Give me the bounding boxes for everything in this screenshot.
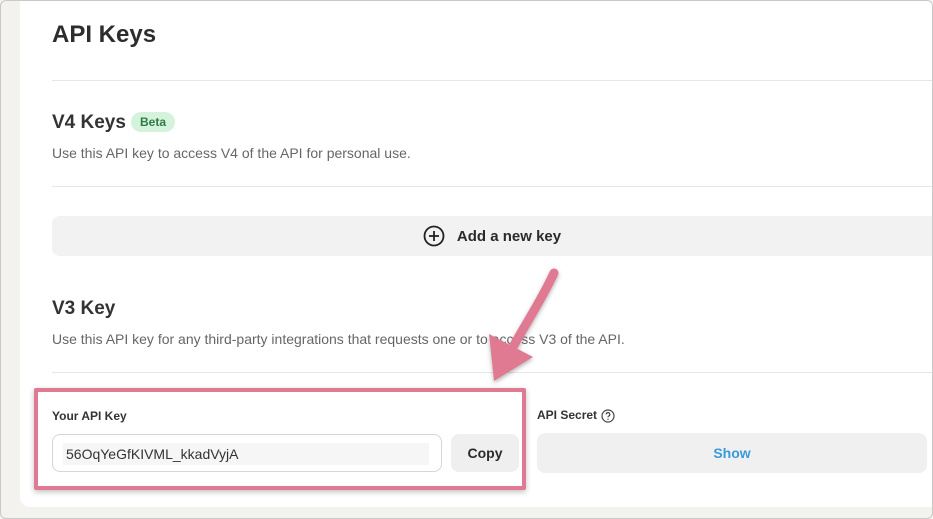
window-frame: API Keys V4 Keys Beta Use this API key t… xyxy=(0,0,933,519)
add-new-key-label: Add a new key xyxy=(456,227,562,245)
add-new-key-button[interactable]: Add a new key xyxy=(52,216,932,256)
beta-badge: Beta xyxy=(131,112,176,132)
highlight-box xyxy=(34,388,526,490)
show-secret-button[interactable]: Show xyxy=(537,433,927,473)
api-secret-label: API Secret xyxy=(537,408,598,422)
v3-description: Use this API key for any third-party int… xyxy=(52,331,625,347)
v3-section-title: V3 Key xyxy=(52,298,116,319)
divider xyxy=(52,372,932,373)
question-circle-icon[interactable] xyxy=(601,409,615,423)
v4-section-title: V4 Keys xyxy=(52,112,126,133)
divider xyxy=(52,186,932,187)
divider xyxy=(52,80,932,81)
v4-description: Use this API key to access V4 of the API… xyxy=(52,145,411,161)
page-title: API Keys xyxy=(52,21,157,48)
plus-circle-icon xyxy=(423,225,445,247)
